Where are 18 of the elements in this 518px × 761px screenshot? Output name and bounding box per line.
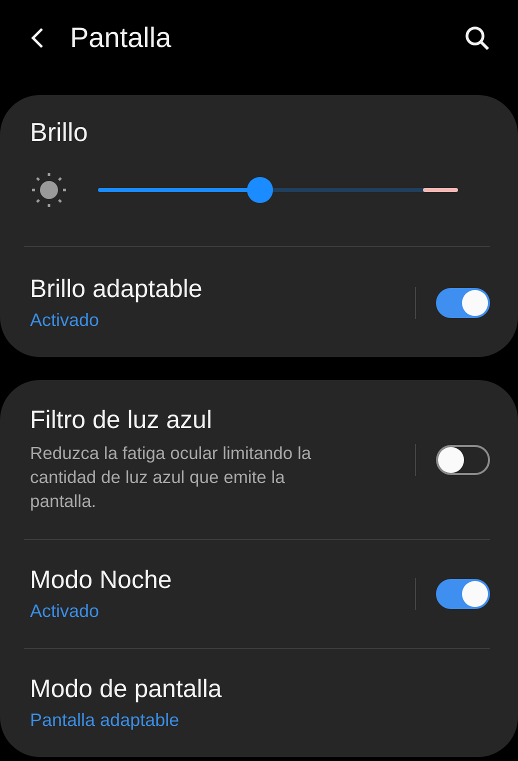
setting-title: Brillo adaptable <box>30 275 204 304</box>
setting-status: Pantalla adaptable <box>30 710 180 731</box>
section-title: Brillo <box>30 117 89 148</box>
setting-status: Activado <box>30 601 100 622</box>
page-title: Pantalla <box>70 22 172 54</box>
toggle-switch[interactable] <box>436 444 490 474</box>
setting-status: Activado <box>30 310 100 331</box>
setting-title: Modo de pantalla <box>30 675 223 704</box>
toggle-switch[interactable] <box>436 288 490 318</box>
setting-title: Modo Noche <box>30 566 173 595</box>
high-brightness-zone <box>423 188 458 192</box>
brightness-icon <box>30 171 68 209</box>
setting-title: Filtro de luz azul <box>30 406 214 435</box>
setting-description: Reduzca la fatiga ocular limitando la cantidad de luz azul que emite la pantalla. <box>30 442 312 513</box>
slider-thumb[interactable] <box>247 177 273 203</box>
search-button[interactable] <box>464 25 490 51</box>
brightness-slider[interactable] <box>98 177 458 203</box>
toggle-switch[interactable] <box>436 579 490 609</box>
